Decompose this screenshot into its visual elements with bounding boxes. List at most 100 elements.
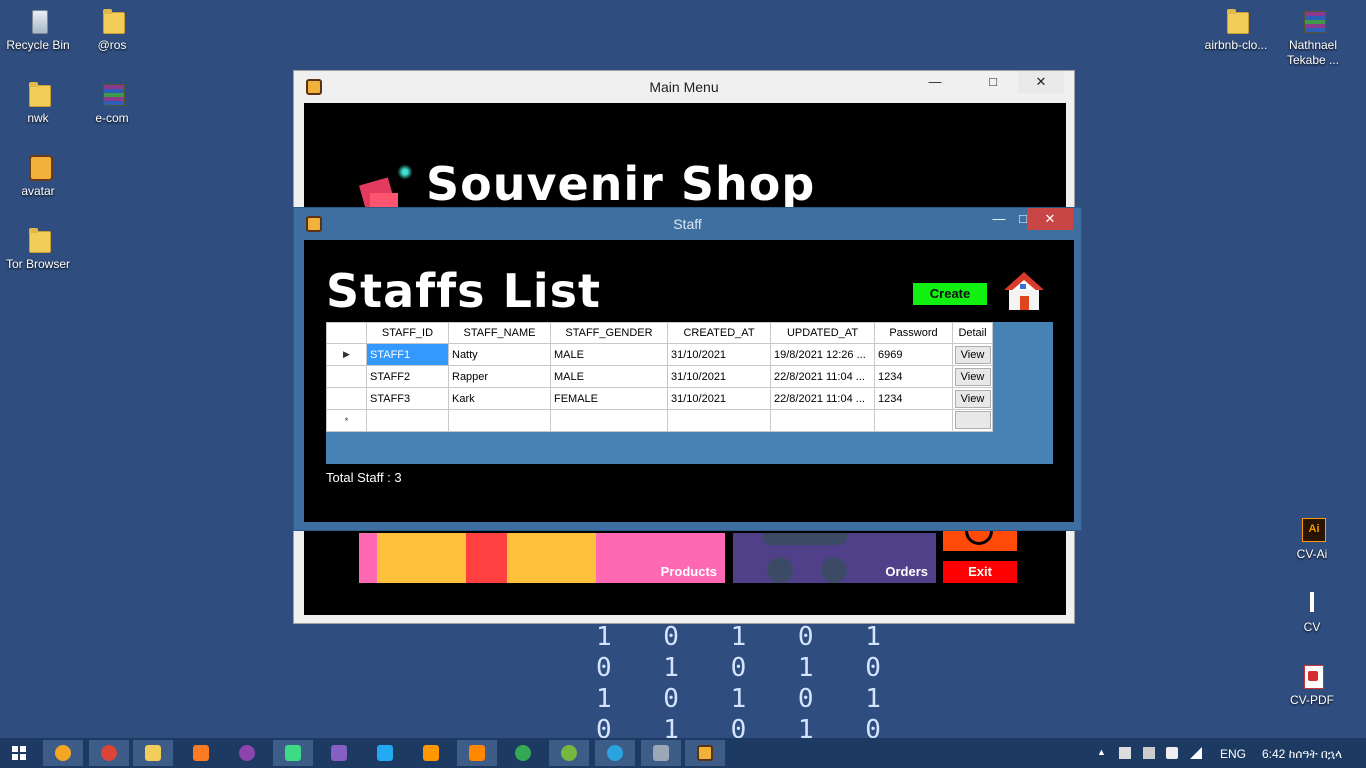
taskbar-remote-desktop-icon[interactable] xyxy=(641,740,681,766)
desktop-icon-label: CV xyxy=(1303,620,1321,634)
empty-view-button[interactable] xyxy=(954,410,991,429)
home-icon[interactable] xyxy=(1004,272,1044,312)
new-row[interactable]: * xyxy=(326,409,993,432)
window-title: Staff xyxy=(673,216,702,232)
desktop-icon-airbnb[interactable]: airbnb-clo... xyxy=(1198,6,1274,53)
cell-password[interactable]: 1234 xyxy=(874,387,953,410)
cell-staff-name[interactable]: Rapper xyxy=(448,365,551,388)
column-header[interactable]: CREATED_AT xyxy=(667,322,771,344)
create-button[interactable]: Create xyxy=(913,283,987,305)
empty-cell[interactable] xyxy=(667,409,771,432)
taskbar-chrome-alt-icon[interactable] xyxy=(503,740,543,766)
start-button[interactable] xyxy=(12,746,26,760)
column-header[interactable]: STAFF_GENDER xyxy=(550,322,668,344)
column-header[interactable]: Detail xyxy=(952,322,993,344)
language-indicator[interactable]: ENG xyxy=(1220,747,1246,761)
desktop-icon-cv-ai[interactable]: CV-Ai xyxy=(1274,515,1350,562)
cell-staff-name[interactable]: Natty xyxy=(448,343,551,366)
cell-staff-gender[interactable]: FEMALE xyxy=(550,387,668,410)
pdf-file-icon xyxy=(1297,661,1327,689)
cell-password[interactable]: 1234 xyxy=(874,365,953,388)
row-header xyxy=(326,387,367,410)
wifi-signal-icon[interactable] xyxy=(1190,747,1202,759)
empty-cell[interactable] xyxy=(448,409,551,432)
minimize-button[interactable]: — xyxy=(912,71,958,93)
taskbar-chrome-icon[interactable] xyxy=(89,740,129,766)
desktop-icon-e-com[interactable]: e-com xyxy=(74,79,150,126)
main-menu-titlebar[interactable]: Main Menu — □ ✕ xyxy=(294,71,1074,103)
taskbar: ▲ ENG 6:42 ከሰዓት በኋላ xyxy=(0,738,1366,768)
show-hidden-icons[interactable]: ▲ xyxy=(1097,747,1109,759)
empty-cell[interactable] xyxy=(770,409,875,432)
network-error-icon[interactable] xyxy=(1119,747,1131,759)
cell-staff-gender[interactable]: MALE xyxy=(550,343,668,366)
column-header[interactable]: STAFF_NAME xyxy=(448,322,551,344)
taskbar-utorrent-icon[interactable] xyxy=(549,740,589,766)
taskbar-file-explorer-icon[interactable] xyxy=(133,740,173,766)
maximize-button[interactable]: □ xyxy=(970,71,1016,93)
cell-staff-gender[interactable]: MALE xyxy=(550,365,668,388)
exit-button[interactable]: Exit xyxy=(943,561,1017,583)
table-row[interactable]: ▶ STAFF1 Natty MALE 31/10/2021 19/8/2021… xyxy=(326,343,993,366)
column-header[interactable]: UPDATED_AT xyxy=(770,322,875,344)
cell-staff-name[interactable]: Kark xyxy=(448,387,551,410)
table-row[interactable]: STAFF3 Kark FEMALE 31/10/2021 22/8/2021 … xyxy=(326,387,993,410)
taskbar-vlc-icon[interactable] xyxy=(457,740,497,766)
desktop-icon-ros[interactable]: @ros xyxy=(74,6,150,53)
table-row[interactable]: STAFF2 Rapper MALE 31/10/2021 22/8/2021 … xyxy=(326,365,993,388)
new-row-indicator: * xyxy=(326,409,367,432)
desktop-icon-nathnael[interactable]: Nathnael Tekabe ... xyxy=(1274,6,1352,68)
cell-staff-id[interactable]: STAFF3 xyxy=(366,387,449,410)
battery-icon[interactable] xyxy=(1143,747,1155,759)
folder-icon xyxy=(1221,6,1251,34)
folder-icon xyxy=(23,225,53,253)
row-header xyxy=(326,365,367,388)
cell-updated-at[interactable]: 22/8/2021 11:04 ... xyxy=(770,387,875,410)
cell-created-at[interactable]: 31/10/2021 xyxy=(667,343,771,366)
desktop-icon-tor-browser[interactable]: Tor Browser xyxy=(0,225,76,272)
view-button[interactable]: View xyxy=(954,345,991,364)
cell-created-at[interactable]: 31/10/2021 xyxy=(667,387,771,410)
taskbar-xampp-icon[interactable] xyxy=(181,740,221,766)
cell-updated-at[interactable]: 19/8/2021 12:26 ... xyxy=(770,343,875,366)
cell-updated-at[interactable]: 22/8/2021 11:04 ... xyxy=(770,365,875,388)
taskbar-souvenir-shop-icon[interactable] xyxy=(685,740,725,766)
wallpaper-binary-pattern: 1 0 1 0 1 0 1 0 1 0 1 0 1 0 1 0 1 0 1 0 xyxy=(596,622,881,746)
taskbar-vscode-icon[interactable] xyxy=(365,740,405,766)
document-icon xyxy=(1297,588,1327,616)
cell-staff-id[interactable]: STAFF2 xyxy=(366,365,449,388)
minimize-button[interactable]: — xyxy=(987,208,1011,230)
desktop-icon-avatar[interactable]: avatar xyxy=(0,152,76,199)
desktop-icon-cv-pdf[interactable]: CV-PDF xyxy=(1274,661,1350,708)
desktop-icon-cv[interactable]: CV xyxy=(1274,588,1350,635)
empty-cell[interactable] xyxy=(874,409,953,432)
products-tile[interactable]: Products xyxy=(359,533,725,583)
taskbar-sublime-icon[interactable] xyxy=(411,740,451,766)
desktop-icon-nwk[interactable]: nwk xyxy=(0,79,76,126)
cell-staff-id[interactable]: STAFF1 xyxy=(366,343,449,366)
orders-tile[interactable]: Orders xyxy=(733,533,936,583)
column-header[interactable]: Password xyxy=(874,322,953,344)
empty-cell[interactable] xyxy=(366,409,449,432)
taskbar-github-icon[interactable] xyxy=(227,740,267,766)
taskbar-android-studio-icon[interactable] xyxy=(273,740,313,766)
view-button[interactable]: View xyxy=(954,367,991,386)
desktop-icon-recycle-bin[interactable]: Recycle Bin xyxy=(0,6,76,53)
desktop-icon-label: e-com xyxy=(95,111,129,125)
cell-detail: View xyxy=(952,365,993,388)
cell-created-at[interactable]: 31/10/2021 xyxy=(667,365,771,388)
taskbar-telegram-icon[interactable] xyxy=(595,740,635,766)
clock[interactable]: 6:42 ከሰዓት በኋላ xyxy=(1262,747,1342,762)
column-header[interactable]: STAFF_ID xyxy=(366,322,449,344)
desktop-icon-label: CV-Ai xyxy=(1296,547,1328,561)
close-button[interactable]: ✕ xyxy=(1018,71,1064,93)
desktop-icon-label: Recycle Bin xyxy=(6,38,70,52)
close-button[interactable]: ✕ xyxy=(1027,208,1073,230)
staff-titlebar[interactable]: Staff — □ ✕ xyxy=(294,208,1081,240)
taskbar-search-icon[interactable] xyxy=(43,740,83,766)
view-button[interactable]: View xyxy=(954,389,991,408)
cell-password[interactable]: 6969 xyxy=(874,343,953,366)
taskbar-visual-studio-icon[interactable] xyxy=(319,740,359,766)
volume-icon[interactable] xyxy=(1166,747,1178,759)
empty-cell[interactable] xyxy=(550,409,668,432)
